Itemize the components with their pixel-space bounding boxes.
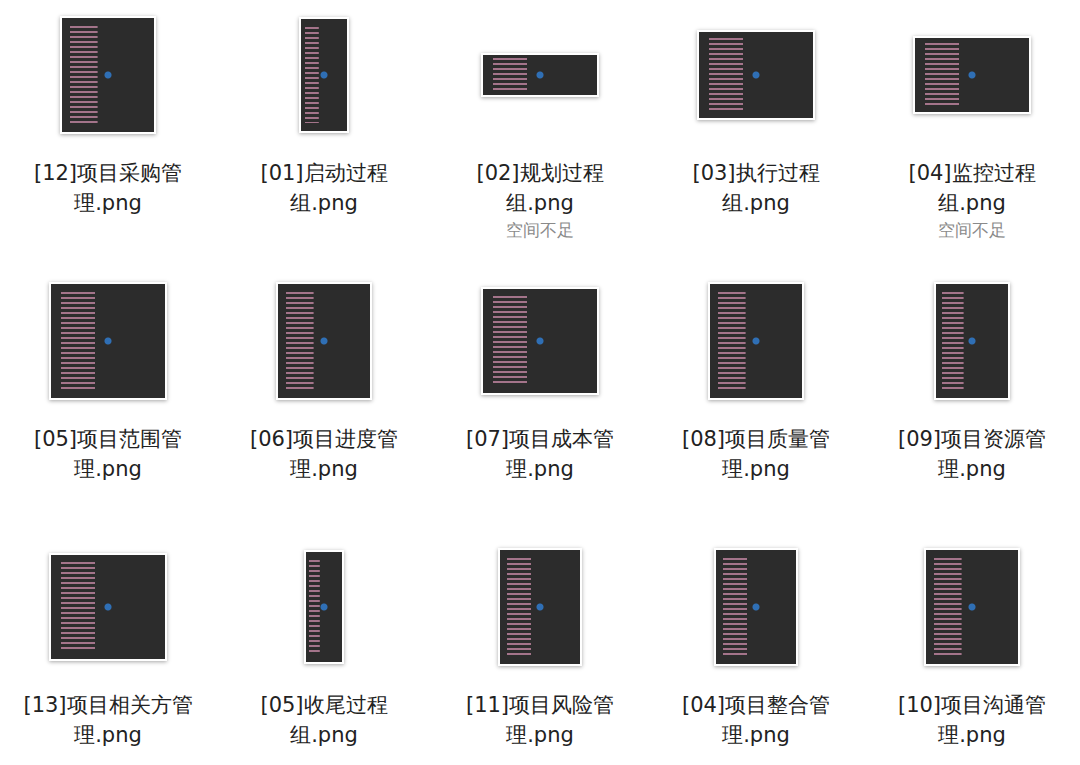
file-item[interactable]: [11]项目风险管理.png <box>432 536 648 765</box>
file-thumbnail[interactable] <box>913 36 1031 114</box>
thumbnail-area <box>0 4 216 146</box>
file-item[interactable]: [05]项目范围管理.png <box>0 270 216 532</box>
file-label[interactable]: [08]项目质量管理.png <box>682 424 830 484</box>
file-item[interactable]: [04]监控过程组.png空间不足 <box>864 4 1080 266</box>
thumbnail-area <box>216 536 432 678</box>
file-item[interactable]: [12]项目采购管理.png <box>0 4 216 266</box>
file-name-line: 组.png <box>938 188 1006 218</box>
file-label[interactable]: [03]执行过程组.png <box>692 158 819 218</box>
file-name-line: 理.png <box>290 454 358 484</box>
file-item[interactable]: [13]项目相关方管理.png <box>0 536 216 765</box>
file-name-line: 理.png <box>938 454 1006 484</box>
thumbnail-area <box>0 270 216 412</box>
file-name-line: 组.png <box>290 188 358 218</box>
file-name-line: [11]项目风险管 <box>466 690 614 720</box>
file-name-line: [03]执行过程 <box>692 158 819 188</box>
file-name-line: [09]项目资源管 <box>898 424 1046 454</box>
file-name-line: [02]规划过程 <box>476 158 603 188</box>
file-status: 空间不足 <box>506 218 574 242</box>
file-label[interactable]: [01]启动过程组.png <box>260 158 387 218</box>
thumbnail-area <box>864 270 1080 412</box>
file-name-line: [04]监控过程 <box>908 158 1035 188</box>
file-thumbnail[interactable] <box>304 550 344 664</box>
file-item[interactable]: [02]规划过程组.png空间不足 <box>432 4 648 266</box>
file-name-line: 理.png <box>74 720 142 750</box>
file-item[interactable]: [08]项目质量管理.png <box>648 270 864 532</box>
file-item[interactable]: [06]项目进度管理.png <box>216 270 432 532</box>
file-name-line: 理.png <box>722 454 790 484</box>
file-name-line: [01]启动过程 <box>260 158 387 188</box>
file-label[interactable]: [05]项目范围管理.png <box>34 424 182 484</box>
file-label[interactable]: [04]项目整合管理.png <box>682 690 830 750</box>
file-label[interactable]: [09]项目资源管理.png <box>898 424 1046 484</box>
file-item[interactable]: [10]项目沟通管理.png <box>864 536 1080 765</box>
file-name-line: [04]项目整合管 <box>682 690 830 720</box>
thumbnail-area <box>864 4 1080 146</box>
file-label[interactable]: [06]项目进度管理.png <box>250 424 398 484</box>
file-name-line: 理.png <box>506 720 574 750</box>
file-item[interactable]: [03]执行过程组.png <box>648 4 864 266</box>
file-label[interactable]: [11]项目风险管理.png <box>466 690 614 750</box>
file-name-line: 理.png <box>506 454 574 484</box>
file-thumbnail[interactable] <box>714 548 798 666</box>
file-label[interactable]: [04]监控过程组.png空间不足 <box>908 158 1035 242</box>
file-name-line: [05]收尾过程 <box>260 690 387 720</box>
file-name-line: [10]项目沟通管 <box>898 690 1046 720</box>
file-name-line: [06]项目进度管 <box>250 424 398 454</box>
thumbnail-area <box>648 536 864 678</box>
thumbnail-area <box>864 536 1080 678</box>
file-item[interactable]: [09]项目资源管理.png <box>864 270 1080 532</box>
file-thumbnail[interactable] <box>49 553 167 661</box>
thumbnail-area <box>648 4 864 146</box>
file-name-line: 组.png <box>722 188 790 218</box>
file-name-line: 理.png <box>74 188 142 218</box>
thumbnail-area <box>648 270 864 412</box>
file-name-line: 理.png <box>938 720 1006 750</box>
file-thumbnail[interactable] <box>60 16 156 134</box>
file-thumbnail[interactable] <box>49 282 167 400</box>
thumbnail-area <box>216 4 432 146</box>
file-thumbnail[interactable] <box>498 548 582 666</box>
file-label[interactable]: [13]项目相关方管理.png <box>23 690 192 750</box>
file-name-line: 组.png <box>506 188 574 218</box>
file-item[interactable]: [01]启动过程组.png <box>216 4 432 266</box>
file-grid: [12]项目采购管理.png[01]启动过程组.png[02]规划过程组.png… <box>0 0 1080 765</box>
file-label[interactable]: [05]收尾过程组.png <box>260 690 387 750</box>
file-thumbnail[interactable] <box>924 548 1020 666</box>
file-thumbnail[interactable] <box>276 282 372 400</box>
file-name-line: 组.png <box>290 720 358 750</box>
file-name-line: [07]项目成本管 <box>466 424 614 454</box>
file-name-line: 理.png <box>722 720 790 750</box>
file-label[interactable]: [02]规划过程组.png空间不足 <box>476 158 603 242</box>
file-thumbnail[interactable] <box>934 282 1010 400</box>
file-item[interactable]: [07]项目成本管理.png <box>432 270 648 532</box>
file-name-line: [08]项目质量管 <box>682 424 830 454</box>
thumbnail-area <box>0 536 216 678</box>
file-name-line: [13]项目相关方管 <box>23 690 192 720</box>
file-thumbnail[interactable] <box>697 30 815 120</box>
file-label[interactable]: [12]项目采购管理.png <box>34 158 182 218</box>
file-thumbnail[interactable] <box>299 17 349 133</box>
file-name-line: [05]项目范围管 <box>34 424 182 454</box>
file-name-line: 理.png <box>74 454 142 484</box>
file-thumbnail[interactable] <box>481 53 599 97</box>
file-status: 空间不足 <box>938 218 1006 242</box>
file-thumbnail[interactable] <box>708 282 804 400</box>
thumbnail-area <box>216 270 432 412</box>
file-label[interactable]: [07]项目成本管理.png <box>466 424 614 484</box>
thumbnail-area <box>432 270 648 412</box>
file-label[interactable]: [10]项目沟通管理.png <box>898 690 1046 750</box>
file-name-line: [12]项目采购管 <box>34 158 182 188</box>
thumbnail-area <box>432 536 648 678</box>
file-item[interactable]: [04]项目整合管理.png <box>648 536 864 765</box>
file-thumbnail[interactable] <box>481 287 599 395</box>
file-item[interactable]: [05]收尾过程组.png <box>216 536 432 765</box>
thumbnail-area <box>432 4 648 146</box>
